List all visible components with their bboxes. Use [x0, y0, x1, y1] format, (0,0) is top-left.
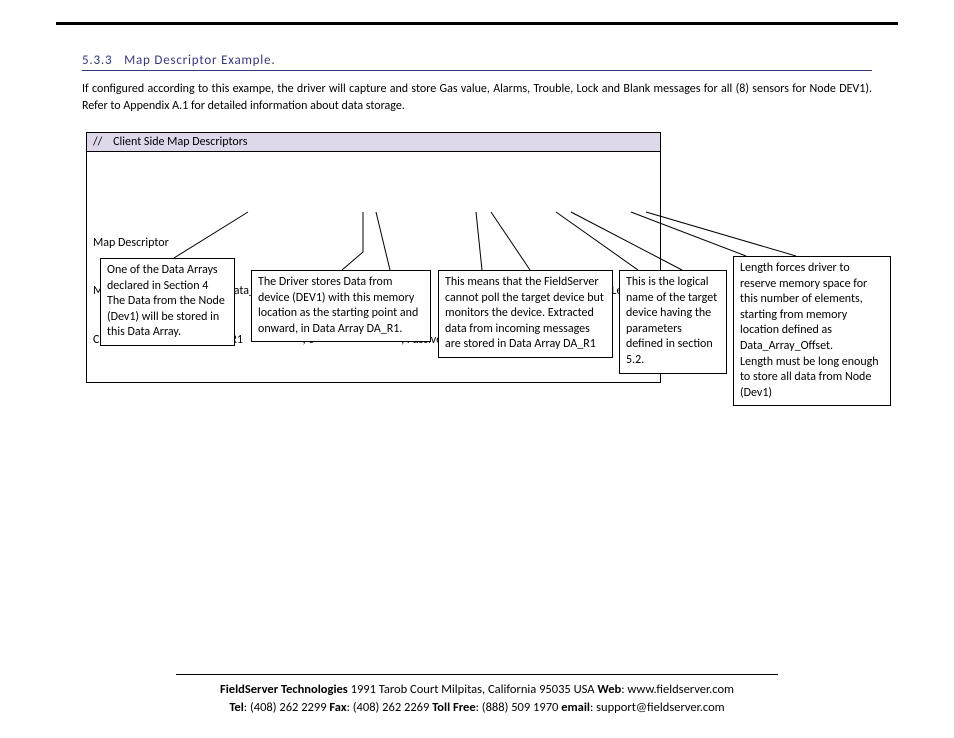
footer-address: 1991 Tarob Court Milpitas, California 95… — [348, 682, 598, 697]
footer-tollfree-label: Toll Free — [432, 700, 475, 715]
footer-tel-value: : (408) 262 2299 — [244, 700, 330, 715]
section-number: 5.3.3 — [82, 53, 112, 68]
footer-email-label: email — [561, 700, 590, 715]
footer-fax-value: : (408) 262 2269 — [347, 700, 433, 715]
footer-tollfree-value: : (888) 509 1970 — [476, 700, 562, 715]
top-rule — [56, 22, 898, 25]
descriptor-blank — [93, 186, 660, 202]
callout-node-name: This is the logical name of the target d… — [619, 270, 727, 374]
footer-line-2: Tel: (408) 262 2299 Fax: (408) 262 2269 … — [56, 699, 898, 718]
footer-email-value: : support@fieldserver.com — [590, 700, 725, 715]
callout-function: This means that the FieldServer cannot p… — [438, 270, 613, 358]
footer-rule — [176, 674, 778, 675]
footer-fax-label: Fax — [329, 700, 346, 715]
callout-offset: The Driver stores Data from device (DEV1… — [251, 270, 431, 342]
footer-company: FieldServer Technologies — [220, 682, 348, 697]
footer-web-label: Web — [597, 682, 621, 697]
intro-text: If configured according to this exampe, … — [82, 81, 872, 116]
page-footer: FieldServer Technologies 1991 Tarob Cour… — [56, 674, 898, 719]
section-heading: 5.3.3 Map Descriptor Example. — [82, 53, 872, 71]
footer-line-1: FieldServer Technologies 1991 Tarob Cour… — [56, 681, 898, 700]
section-title: Map Descriptor Example. — [124, 53, 275, 68]
descriptor-row-label: Map Descriptor — [93, 235, 660, 251]
callout-length: Length forces driver to reserve memory s… — [733, 256, 891, 406]
callout-data-array: One of the Data Arrays declared in Secti… — [100, 258, 235, 346]
descriptor-header: // Client Side Map Descriptors — [87, 133, 660, 152]
footer-web-value: : www.fieldserver.com — [621, 682, 734, 697]
footer-tel-label: Tel — [229, 700, 243, 715]
